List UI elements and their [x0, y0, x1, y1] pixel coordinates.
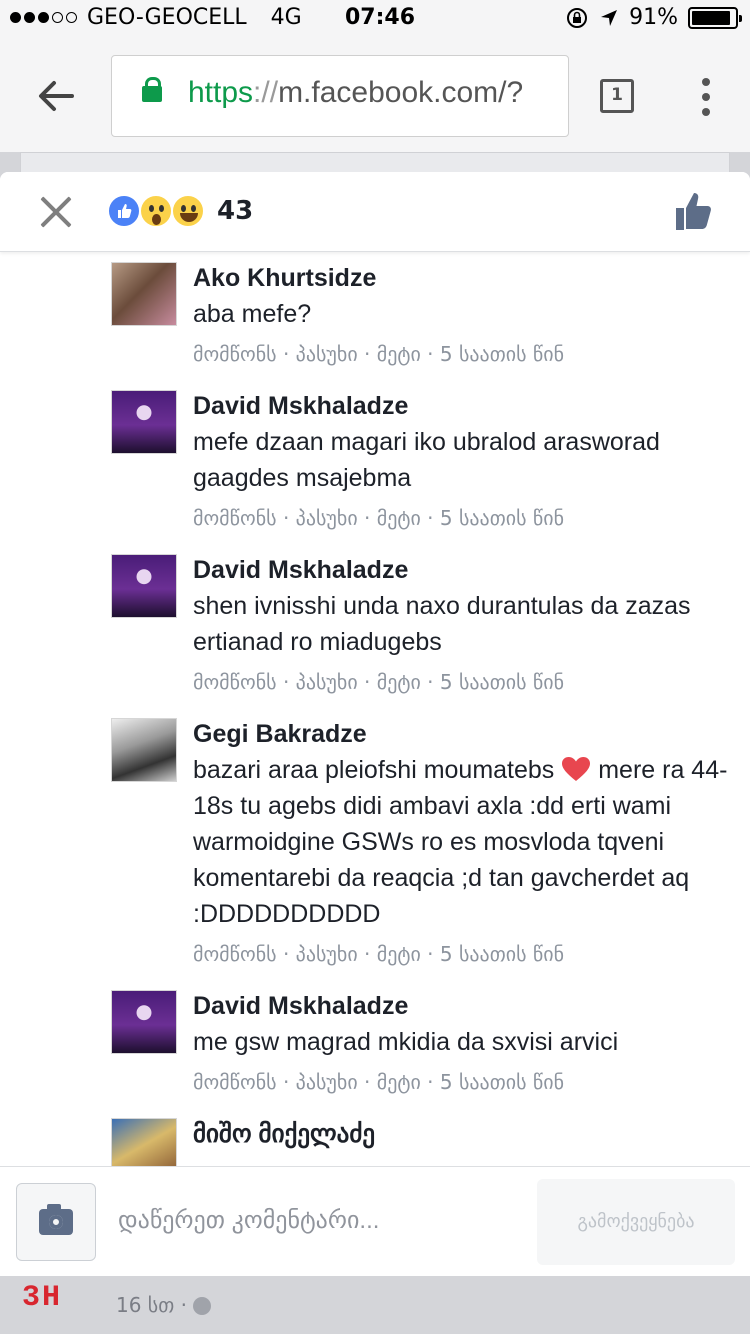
wow-reaction-icon [139, 194, 173, 228]
orientation-lock-icon [567, 7, 588, 28]
back-arrow-icon[interactable] [36, 76, 76, 116]
avatar[interactable] [111, 262, 177, 326]
carrier-name: GEO-GEOCELL [87, 5, 247, 30]
globe-icon [193, 1297, 211, 1315]
comment-author[interactable]: Gegi Bakradze [193, 718, 736, 750]
comment-author[interactable]: David Mskhaladze [193, 554, 736, 586]
haha-reaction-icon [171, 194, 205, 228]
url-scheme: https [188, 76, 254, 109]
comment-author[interactable]: Ako Khurtsidze [193, 262, 736, 294]
avatar[interactable] [111, 990, 177, 1054]
status-icons: 91% [565, 5, 742, 30]
comments-list: Ako Khurtsidze aba mefe? მომწონს · პასუხ… [0, 260, 750, 1166]
comment-body: David Mskhaladze mefe dzaan magari iko u… [193, 390, 736, 530]
comment-body: Ako Khurtsidze aba mefe? მომწონს · პასუხ… [193, 262, 736, 366]
location-arrow-icon [601, 9, 618, 26]
avatar[interactable] [111, 1118, 177, 1166]
camera-icon [39, 1204, 73, 1235]
overflow-menu-icon[interactable] [700, 78, 712, 116]
close-icon[interactable] [36, 192, 76, 232]
photo-attach-button[interactable] [16, 1183, 96, 1261]
comment-actions[interactable]: მომწონს · პასუხი · მეტი · 5 საათის წინ [193, 942, 736, 966]
comment-text: bazari araa pleiofshi moumatebs mere ra … [193, 752, 736, 932]
browser-toolbar: https://m.facebook.com/? 1 [0, 40, 750, 152]
url-host: m.facebook.com/? [278, 76, 524, 109]
comment-actions[interactable]: მომწონს · პასუხი · მეტი · 5 საათის წინ [193, 670, 736, 694]
like-thumb-icon[interactable] [674, 190, 716, 232]
tab-switcher-button[interactable]: 1 [600, 79, 634, 113]
reaction-count: 43 [217, 196, 254, 226]
post-comment-button[interactable]: გამოქვეყნება [537, 1179, 735, 1265]
comment-text-part: bazari araa pleiofshi moumatebs [193, 756, 555, 784]
reactions-summary[interactable]: 43 [107, 194, 253, 228]
battery-level [692, 10, 731, 25]
comment-text: aba mefe? [193, 300, 312, 328]
url-text: https://m.facebook.com/? [188, 76, 523, 110]
page-logo: 3H [22, 1281, 63, 1315]
url-separator: :// [253, 76, 279, 109]
comment-composer: დაწერეთ კომენტარი... გამოქვეყნება [0, 1166, 750, 1276]
comment-actions[interactable]: მომწონს · პასუხი · მეტი · 5 საათის წინ [193, 506, 736, 530]
comment-body: მიშო მიქელაძე [193, 1118, 736, 1150]
comment-body: David Mskhaladze me gsw magrad mkidia da… [193, 990, 736, 1094]
modal-header: 43 [0, 172, 750, 252]
background-post-footer: 3H 16 სთ · [0, 1275, 750, 1334]
comments-modal: 43 Ako Khurtsidze aba mefe? მომწონს · პა… [0, 172, 750, 1276]
heart-emoji-icon [562, 757, 591, 781]
comment-actions[interactable]: მომწონს · პასუხი · მეტი · 5 საათის წინ [193, 1070, 736, 1094]
comment-body: Gegi Bakradze bazari araa pleiofshi moum… [193, 718, 736, 966]
comment-actions[interactable]: მომწონს · პასუხი · მეტი · 5 საათის წინ [193, 342, 736, 366]
comment-text: mefe dzaan magari iko ubralod araswo­rad… [193, 428, 660, 492]
comment-body: David Mskhaladze shen ivnisshi unda naxo… [193, 554, 736, 694]
like-reaction-icon [107, 194, 141, 228]
status-bar: GEO-GEOCELL 4G 07:46 91% [0, 0, 750, 40]
secure-lock-icon [142, 77, 162, 102]
avatar[interactable] [111, 554, 177, 618]
comment-author[interactable]: მიშო მიქელაძე [193, 1118, 736, 1150]
avatar[interactable] [111, 718, 177, 782]
comment-text: me gsw magrad mkidia da sxvisi arvici [193, 1028, 619, 1056]
post-timestamp: 16 სთ · [116, 1293, 211, 1317]
comment-text: shen ivnisshi unda naxo durantulas da za… [193, 592, 691, 656]
battery-percent: 91% [629, 5, 678, 30]
battery-icon [688, 6, 742, 29]
post-time-text: 16 სთ · [116, 1293, 187, 1317]
comment-author[interactable]: David Mskhaladze [193, 390, 736, 422]
avatar[interactable] [111, 390, 177, 454]
signal-strength-icon [10, 12, 77, 23]
comment-author[interactable]: David Mskhaladze [193, 990, 736, 1022]
comment-input[interactable]: დაწერეთ კომენტარი... [118, 1199, 518, 1243]
network-type: 4G [270, 5, 302, 30]
carrier-group: GEO-GEOCELL 4G [10, 5, 302, 30]
address-bar[interactable]: https://m.facebook.com/? [111, 55, 569, 137]
clock: 07:46 [345, 5, 416, 30]
